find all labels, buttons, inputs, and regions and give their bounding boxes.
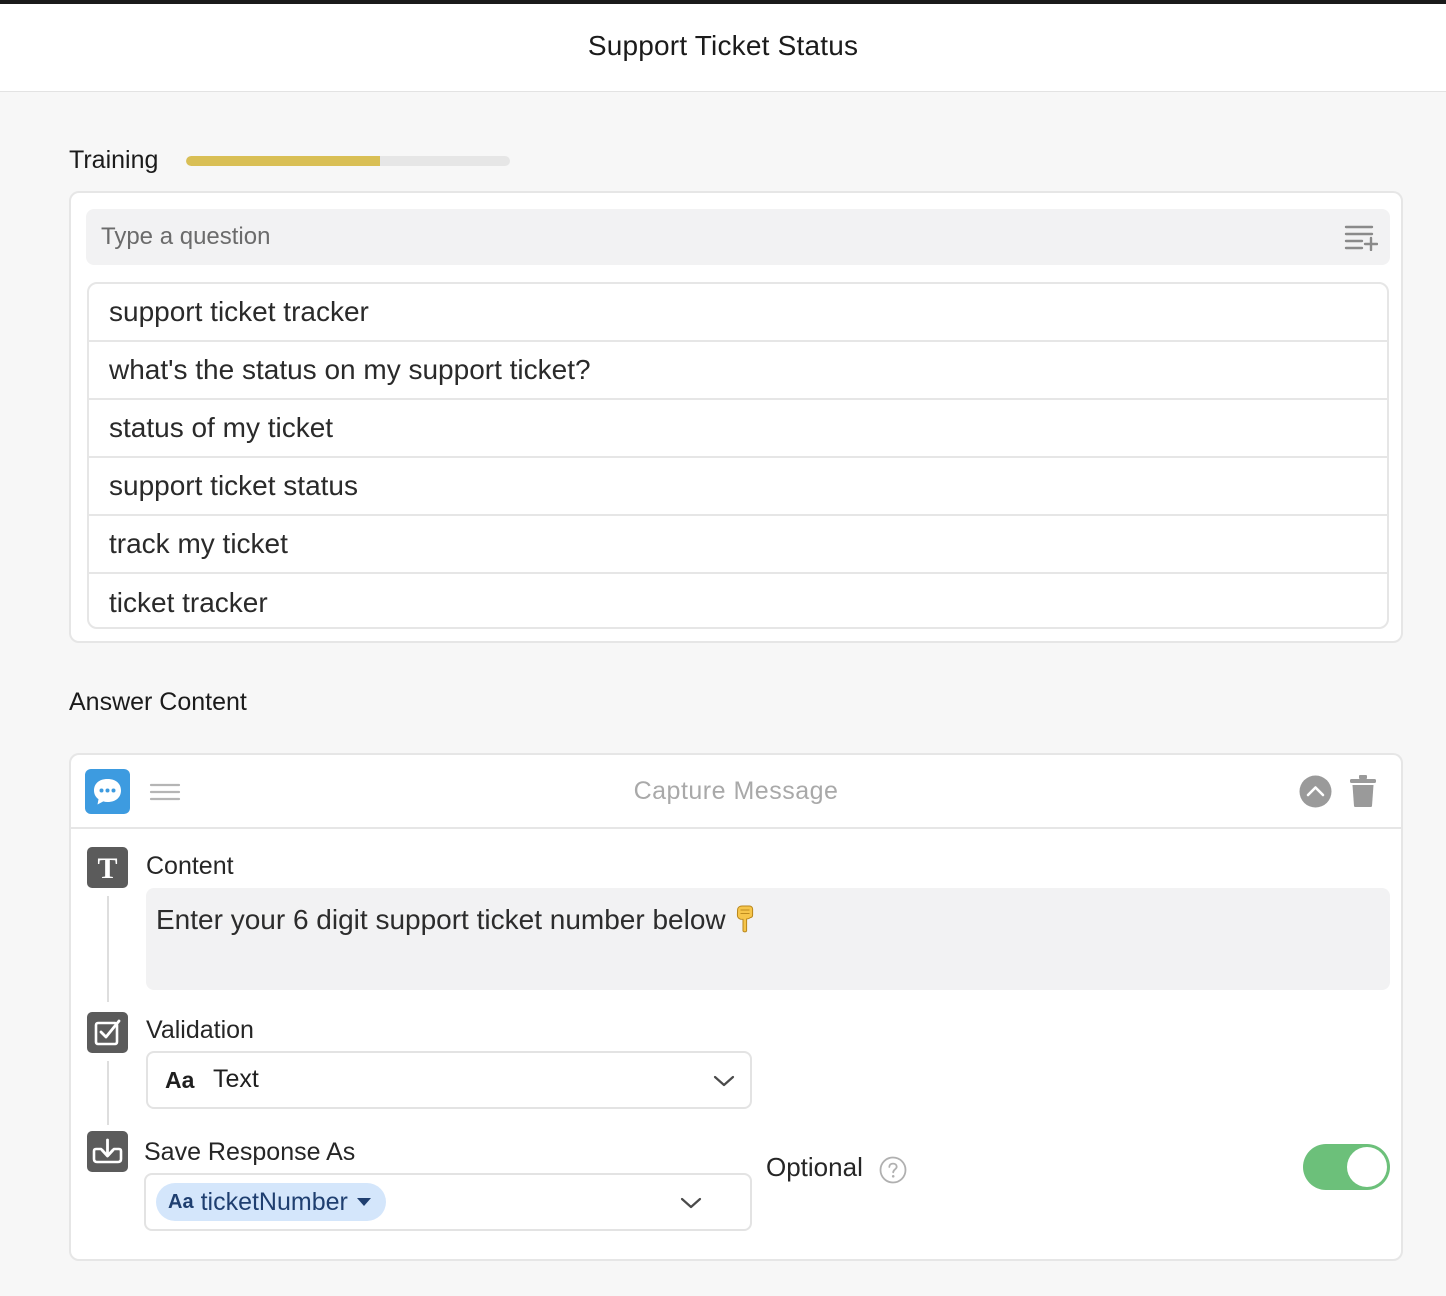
chevron-down-icon	[680, 1197, 702, 1209]
training-progress-bar	[186, 156, 510, 166]
training-label: Training	[69, 146, 159, 174]
content-label: Content	[146, 852, 234, 880]
question-item[interactable]: support ticket status	[89, 458, 1387, 516]
question-item[interactable]: status of my ticket	[89, 400, 1387, 458]
step-connector	[107, 896, 109, 1002]
save-download-icon	[87, 1131, 128, 1172]
step-connector	[107, 1061, 109, 1125]
answer-content-label: Answer Content	[69, 688, 247, 716]
variable-chip[interactable]: Aa ticketNumber	[156, 1183, 386, 1221]
block-title: Capture Message	[633, 777, 839, 805]
page-title: Support Ticket Status	[587, 30, 859, 61]
checkbox-validation-icon	[87, 1012, 128, 1053]
help-icon[interactable]	[879, 1156, 907, 1184]
validation-value: Text	[213, 1065, 259, 1093]
text-type-icon: Aa	[165, 1067, 195, 1093]
top-bar: Support Ticket Status	[0, 0, 1446, 92]
training-question-list: support ticket tracker what's the status…	[87, 282, 1389, 629]
validation-label: Validation	[146, 1016, 254, 1044]
question-item[interactable]: track my ticket	[89, 516, 1387, 574]
question-item[interactable]: what's the status on my support ticket?	[89, 342, 1387, 400]
pointing-down-hand-icon	[736, 905, 753, 933]
save-response-label: Save Response As	[144, 1138, 356, 1166]
content-text: Enter your 6 digit support ticket number…	[156, 904, 726, 935]
text-type-icon: T	[87, 847, 128, 888]
variable-name: ticketNumber	[200, 1187, 348, 1216]
question-item[interactable]: support ticket tracker	[89, 284, 1387, 342]
list-add-icon[interactable]	[1344, 223, 1378, 251]
optional-label: Optional	[766, 1152, 863, 1182]
svg-text:T: T	[97, 852, 117, 885]
validation-select[interactable]: Aa Text	[146, 1051, 752, 1109]
question-input-wrapper	[86, 209, 1390, 265]
chevron-down-icon	[713, 1075, 735, 1087]
save-response-select[interactable]: Aa ticketNumber	[144, 1173, 752, 1231]
text-type-icon: Aa	[168, 1190, 194, 1213]
training-card: support ticket tracker what's the status…	[69, 191, 1403, 643]
optional-toggle[interactable]	[1303, 1144, 1390, 1190]
collapse-icon[interactable]	[1299, 775, 1332, 808]
card-header: Capture Message	[71, 755, 1401, 829]
trash-icon[interactable]	[1349, 774, 1377, 808]
toggle-knob	[1347, 1147, 1387, 1187]
question-input[interactable]	[86, 209, 1336, 265]
training-progress-fill	[186, 156, 381, 166]
question-item[interactable]: ticket tracker	[89, 574, 1387, 627]
content-textarea[interactable]: Enter your 6 digit support ticket number…	[146, 888, 1390, 990]
capture-message-card: Capture Message T Content Enter your 6 d…	[69, 753, 1403, 1261]
caret-down-icon	[356, 1198, 371, 1206]
